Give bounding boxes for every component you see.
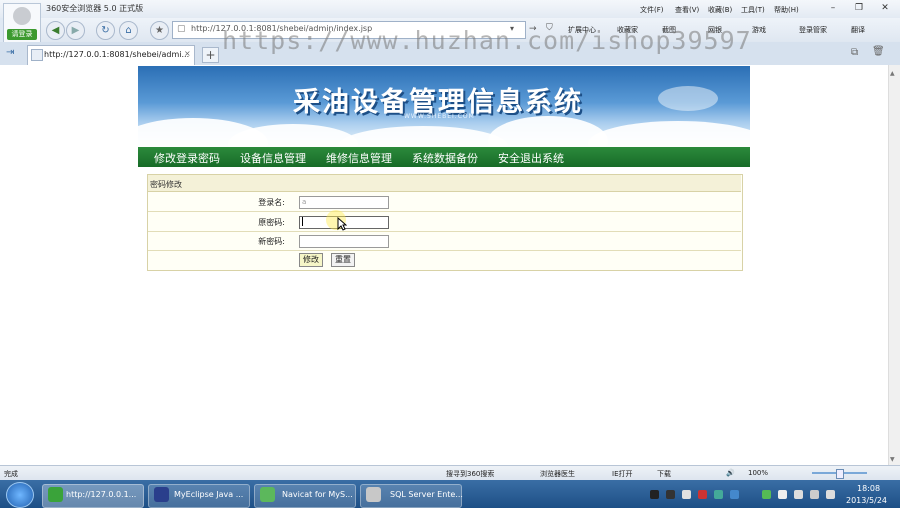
row-divider	[148, 250, 741, 251]
status-text: 完成	[4, 470, 18, 478]
page-icon: ▢	[177, 24, 186, 34]
ie-open-button[interactable]: IE打开	[612, 469, 633, 479]
task-myeclipse-label[interactable]: MyEclipse Java ...	[174, 490, 243, 499]
task-browser-label[interactable]: http://127.0.0.1...	[66, 490, 136, 499]
reset-button[interactable]: 重置	[331, 253, 355, 267]
tray-icon[interactable]	[762, 490, 771, 499]
tray-icon[interactable]	[730, 490, 739, 499]
new-tab-button[interactable]: +	[202, 47, 219, 63]
panel-title: 密码修改	[150, 180, 182, 189]
task-sqlserver-label[interactable]: SQL Server Ente...	[390, 490, 463, 499]
username-label: 登录名:	[258, 198, 285, 207]
user-panel[interactable]: 请登录	[3, 3, 41, 43]
text-cursor	[302, 217, 303, 226]
forward-icon[interactable]: ▶	[66, 21, 85, 40]
sidebar-toggle-icon[interactable]: ⇥	[6, 47, 14, 58]
tray-icon[interactable]	[666, 490, 675, 499]
task-navicat-label[interactable]: Navicat for MyS...	[282, 490, 353, 499]
translate-button[interactable]: 翻译	[851, 25, 865, 35]
download-button[interactable]: 下载	[657, 469, 671, 479]
new-password-label: 新密码:	[258, 237, 285, 246]
volume-icon[interactable]: 🔊	[726, 469, 735, 477]
home-icon[interactable]: ⌂	[119, 21, 138, 40]
nav-logout[interactable]: 安全退出系统	[498, 150, 564, 166]
restore-tabs-icon[interactable]: ⧉	[851, 47, 858, 58]
tab-close-icon[interactable]: ×	[184, 49, 191, 58]
tab-title[interactable]: http://127.0.0.1:8081/shebei/admi...	[44, 50, 189, 59]
scroll-up-icon[interactable]: ▲	[890, 70, 895, 77]
login-button[interactable]: 请登录	[7, 29, 37, 40]
old-password-label: 原密码:	[258, 218, 285, 227]
tray-icon[interactable]	[794, 490, 803, 499]
menu-file[interactable]: 文件(F)	[640, 5, 664, 15]
zoom-slider-handle[interactable]	[836, 469, 844, 479]
submit-button[interactable]: 修改	[299, 253, 323, 267]
avatar-icon	[13, 7, 31, 25]
trash-icon[interactable]: 🗑	[872, 46, 885, 57]
menu-help[interactable]: 帮助(H)	[774, 5, 799, 15]
row-divider	[148, 211, 741, 212]
menu-tools[interactable]: 工具(T)	[741, 5, 765, 15]
tray-icon[interactable]	[698, 490, 707, 499]
tray-icon[interactable]	[714, 490, 723, 499]
watermark-text: https://www.huzhan.com/ishop39597	[222, 26, 752, 55]
nav-change-password[interactable]: 修改登录密码	[154, 150, 220, 166]
nav-repair-info[interactable]: 维修信息管理	[326, 150, 392, 166]
tab-page-icon	[31, 49, 43, 61]
app-title: 360安全浏览器 5.0 正式版	[46, 4, 144, 13]
scroll-down-icon[interactable]: ▼	[890, 456, 895, 463]
new-password-field[interactable]	[299, 235, 389, 248]
nav-equipment-info[interactable]: 设备信息管理	[240, 150, 306, 166]
menu-view[interactable]: 查看(V)	[675, 5, 699, 15]
navicat-app-icon	[260, 487, 275, 502]
restore-icon[interactable]: ❐	[852, 2, 866, 14]
zoom-value[interactable]: 100%	[748, 469, 768, 477]
volume-tray-icon[interactable]	[826, 490, 835, 499]
vertical-scrollbar[interactable]	[888, 65, 900, 465]
close-icon[interactable]: ✕	[878, 2, 892, 14]
back-icon[interactable]: ◀	[46, 21, 65, 40]
login-manager-button[interactable]: 登录管家	[799, 25, 827, 35]
myeclipse-app-icon	[154, 487, 169, 502]
row-divider	[148, 231, 741, 232]
nav-data-backup[interactable]: 系统数据备份	[412, 150, 478, 166]
refresh-icon[interactable]: ↻	[96, 21, 115, 40]
tray-icon[interactable]	[778, 490, 787, 499]
network-icon[interactable]	[810, 490, 819, 499]
site-subtitle: WWW.SHEBEI.COM	[404, 113, 475, 120]
panel-header	[148, 175, 741, 192]
start-button[interactable]	[6, 482, 34, 508]
tray-icon[interactable]	[682, 490, 691, 499]
browser-doctor-button[interactable]: 浏览器医生	[540, 469, 575, 479]
games-button[interactable]: 游戏	[752, 25, 766, 35]
browser-app-icon	[48, 487, 63, 502]
sqlserver-app-icon	[366, 487, 381, 502]
favorite-star-icon[interactable]: ★	[150, 21, 169, 40]
search-360-button[interactable]: 搜寻到360搜索	[446, 469, 494, 479]
mouse-cursor-icon	[337, 217, 347, 231]
username-field[interactable]: a	[299, 196, 389, 209]
tray-icon[interactable]	[650, 490, 659, 499]
minimize-icon[interactable]: –	[826, 2, 840, 14]
clock-date[interactable]: 2013/5/24	[846, 496, 887, 505]
menu-favorites[interactable]: 收藏(B)	[708, 5, 732, 15]
clock-time[interactable]: 18:08	[857, 484, 880, 493]
